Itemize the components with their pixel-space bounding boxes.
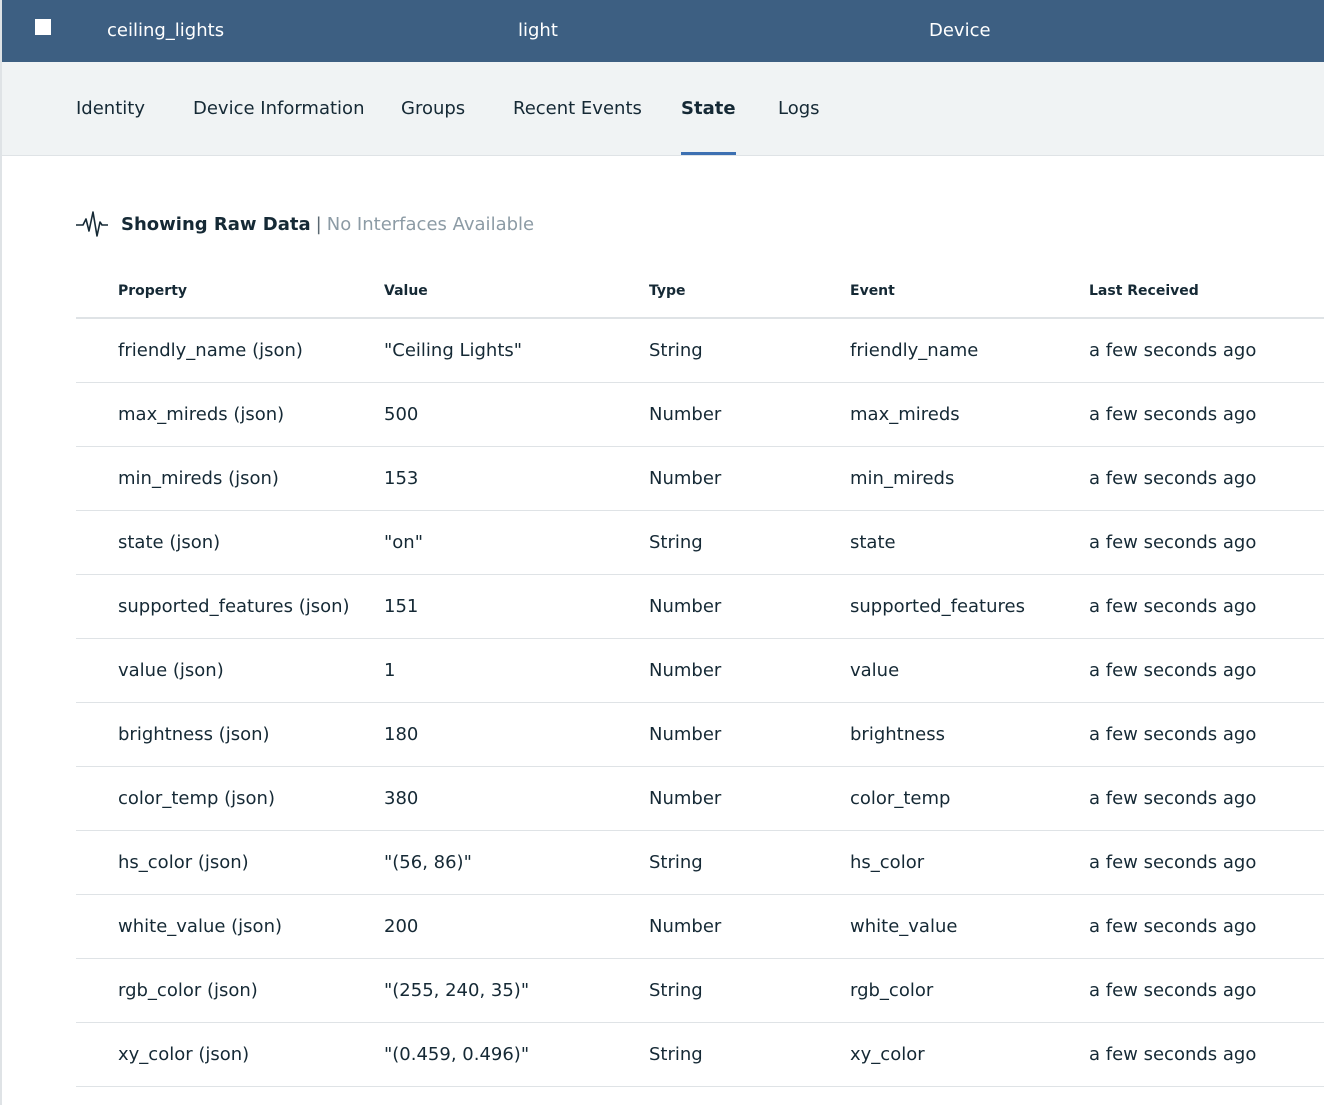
column-header-type[interactable]: Type (649, 263, 686, 319)
cell-type: Number (649, 660, 722, 681)
cell-last-received: a few seconds ago (1089, 1044, 1257, 1065)
cell-last-received: a few seconds ago (1089, 788, 1257, 809)
cell-event: color_temp (850, 788, 951, 809)
table-row: min_mireds (json) 153 Number min_mireds … (76, 447, 1324, 511)
select-device-checkbox[interactable] (35, 19, 51, 35)
table-row: value (json) 1 Number value a few second… (76, 639, 1324, 703)
cell-value: 200 (384, 916, 419, 937)
raw-data-header: Showing Raw Data | No Interfaces Availab… (76, 207, 534, 241)
cell-value: "(0.459, 0.496)" (384, 1044, 530, 1065)
cell-event: xy_color (850, 1044, 925, 1065)
table-row: max_mireds (json) 500 Number max_mireds … (76, 383, 1324, 447)
cell-property: color_temp (json) (118, 788, 275, 809)
column-header-last-received[interactable]: Last Received (1089, 263, 1199, 319)
column-header-property[interactable]: Property (118, 263, 187, 319)
cell-type: Number (649, 724, 722, 745)
cell-event: state (850, 532, 896, 553)
cell-property: value (json) (118, 660, 224, 681)
cell-last-received: a few seconds ago (1089, 532, 1257, 553)
tab-identity[interactable]: Identity (76, 62, 145, 155)
cell-value: 153 (384, 468, 419, 489)
cell-event: max_mireds (850, 404, 960, 425)
cell-event: hs_color (850, 852, 925, 873)
left-border (0, 0, 2, 1105)
cell-last-received: a few seconds ago (1089, 916, 1257, 937)
cell-value: 151 (384, 596, 419, 617)
cell-value: "on" (384, 532, 423, 553)
state-table: Property Value Type Event Last Received … (76, 263, 1324, 1087)
cell-property: supported_features (json) (118, 596, 350, 617)
cell-value: 180 (384, 724, 419, 745)
cell-last-received: a few seconds ago (1089, 852, 1257, 873)
cell-event: rgb_color (850, 980, 934, 1001)
cell-type: String (649, 852, 703, 873)
cell-property: state (json) (118, 532, 221, 553)
cell-event: min_mireds (850, 468, 955, 489)
device-header-row: ceiling_lights light Device (2, 0, 1324, 62)
cell-type: String (649, 340, 703, 361)
table-row: supported_features (json) 151 Number sup… (76, 575, 1324, 639)
cell-type: Number (649, 596, 722, 617)
cell-type: String (649, 532, 703, 553)
raw-data-separator: | (315, 213, 322, 235)
column-header-event[interactable]: Event (850, 263, 895, 319)
cell-event: white_value (850, 916, 958, 937)
table-row: brightness (json) 180 Number brightness … (76, 703, 1324, 767)
table-row: white_value (json) 200 Number white_valu… (76, 895, 1324, 959)
cell-property: min_mireds (json) (118, 468, 279, 489)
activity-pulse-icon (76, 211, 108, 237)
raw-data-subtitle: No Interfaces Available (326, 213, 535, 235)
tab-recent-events[interactable]: Recent Events (513, 62, 642, 155)
cell-value: "(255, 240, 35)" (384, 980, 530, 1001)
cell-event: friendly_name (850, 340, 979, 361)
cell-property: white_value (json) (118, 916, 282, 937)
table-row: rgb_color (json) "(255, 240, 35)" String… (76, 959, 1324, 1023)
cell-value: 500 (384, 404, 419, 425)
cell-event: supported_features (850, 596, 1025, 617)
table-row: friendly_name (json) "Ceiling Lights" St… (76, 319, 1324, 383)
cell-type: Number (649, 788, 722, 809)
table-row: state (json) "on" String state a few sec… (76, 511, 1324, 575)
table-row: hs_color (json) "(56, 86)" String hs_col… (76, 831, 1324, 895)
device-class: Device (929, 20, 991, 41)
tab-state[interactable]: State (681, 62, 736, 155)
cell-type: Number (649, 404, 722, 425)
cell-property: hs_color (json) (118, 852, 249, 873)
cell-last-received: a few seconds ago (1089, 596, 1257, 617)
cell-type: Number (649, 468, 722, 489)
cell-last-received: a few seconds ago (1089, 724, 1257, 745)
tab-device-information[interactable]: Device Information (193, 62, 364, 155)
raw-data-title: Showing Raw Data (121, 213, 311, 235)
cell-event: brightness (850, 724, 945, 745)
table-row: xy_color (json) "(0.459, 0.496)" String … (76, 1023, 1324, 1087)
column-header-value[interactable]: Value (384, 263, 428, 319)
cell-event: value (850, 660, 900, 681)
cell-property: friendly_name (json) (118, 340, 303, 361)
cell-type: Number (649, 916, 722, 937)
cell-value: "(56, 86)" (384, 852, 472, 873)
cell-value: "Ceiling Lights" (384, 340, 523, 361)
cell-property: rgb_color (json) (118, 980, 258, 1001)
cell-last-received: a few seconds ago (1089, 980, 1257, 1001)
cell-property: max_mireds (json) (118, 404, 285, 425)
tab-logs[interactable]: Logs (778, 62, 820, 155)
tab-groups[interactable]: Groups (401, 62, 465, 155)
table-header: Property Value Type Event Last Received (76, 263, 1324, 319)
cell-property: xy_color (json) (118, 1044, 250, 1065)
device-type: light (518, 20, 558, 41)
cell-value: 380 (384, 788, 419, 809)
table-row: color_temp (json) 380 Number color_temp … (76, 767, 1324, 831)
device-details-page: ceiling_lights light Device Identity Dev… (0, 0, 1324, 1105)
cell-type: String (649, 1044, 703, 1065)
cell-last-received: a few seconds ago (1089, 660, 1257, 681)
device-tabs: Identity Device Information Groups Recen… (2, 62, 1324, 156)
cell-last-received: a few seconds ago (1089, 468, 1257, 489)
cell-type: String (649, 980, 703, 1001)
cell-property: brightness (json) (118, 724, 270, 745)
cell-value: 1 (384, 660, 396, 681)
cell-last-received: a few seconds ago (1089, 404, 1257, 425)
cell-last-received: a few seconds ago (1089, 340, 1257, 361)
device-name: ceiling_lights (107, 20, 225, 41)
